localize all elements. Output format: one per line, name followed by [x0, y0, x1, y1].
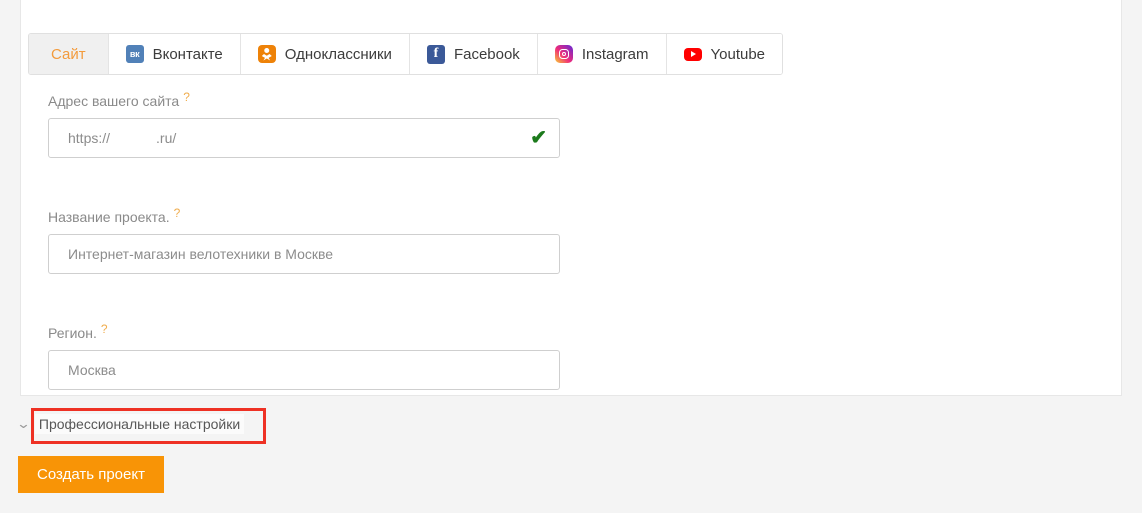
site-url-label-row: Адрес вашего сайта ?	[48, 91, 560, 109]
help-icon-region[interactable]: ?	[101, 323, 108, 335]
tab-vkontakte[interactable]: вк Вконтакте	[108, 34, 241, 74]
professional-settings-label[interactable]: Профессиональные настройки	[34, 414, 245, 434]
form-spacer-2	[48, 274, 560, 325]
project-name-label-row: Название проекта. ?	[48, 207, 560, 225]
tab-odnoklassniki[interactable]: Одноклассники	[240, 34, 410, 74]
tab-instagram[interactable]: Instagram	[537, 34, 667, 74]
site-url-input[interactable]: https:// .ru/ ✔	[48, 118, 560, 158]
region-label: Регион.	[48, 325, 97, 341]
tab-odnoklassniki-label: Одноклассники	[284, 45, 392, 63]
tab-youtube-label: Youtube	[710, 45, 766, 63]
site-url-value-prefix: https://	[68, 130, 111, 146]
field-site-url: Адрес вашего сайта ? https:// .ru/ ✔	[48, 91, 560, 158]
project-name-value: Интернет-магазин велотехники в Москве	[68, 246, 334, 262]
instagram-icon-frame	[558, 49, 569, 59]
tab-instagram-label: Instagram	[581, 45, 649, 63]
tab-vkontakte-label: Вконтакте	[152, 45, 223, 63]
instagram-icon-lens	[561, 52, 566, 56]
odnoklassniki-icon-body	[261, 54, 272, 61]
tab-facebook[interactable]: f Facebook	[409, 34, 538, 74]
chevron-down-icon[interactable]: ⌄	[16, 417, 31, 430]
create-project-button[interactable]: Создать проект	[18, 456, 164, 493]
site-url-value-suffix: .ru/	[156, 130, 177, 146]
tab-youtube[interactable]: Youtube	[666, 34, 783, 74]
site-url-label: Адрес вашего сайта	[48, 93, 180, 109]
help-icon-project-name[interactable]: ?	[174, 207, 181, 219]
facebook-icon: f	[426, 44, 445, 64]
odnoklassniki-icon	[257, 45, 276, 63]
region-value: Москва	[68, 362, 116, 378]
form-spacer-1	[48, 158, 560, 209]
region-input[interactable]: Москва	[48, 350, 560, 390]
help-icon-site-url[interactable]: ?	[183, 91, 190, 103]
project-form: Адрес вашего сайта ? https:// .ru/ ✔ Назв…	[48, 91, 560, 390]
vk-icon: вк	[125, 45, 144, 63]
tab-site[interactable]: Сайт	[29, 34, 109, 74]
source-type-tabs: Сайт вк Вконтакте Одноклассники f Facebo…	[28, 33, 784, 75]
professional-settings-toggle[interactable]: ⌄ Профессиональные настройки	[16, 414, 245, 434]
vk-icon-glyph: вк	[129, 49, 140, 59]
tab-site-label: Сайт	[51, 45, 86, 63]
project-name-label: Название проекта.	[48, 209, 170, 225]
valid-check-icon: ✔	[530, 127, 547, 149]
youtube-icon-play	[690, 51, 696, 57]
facebook-icon-glyph: f	[433, 45, 439, 61]
site-url-value: https:// .ru/	[68, 130, 522, 146]
field-region: Регион. ? Москва	[48, 323, 560, 390]
field-project-name: Название проекта. ? Интернет-магазин вел…	[48, 207, 560, 274]
project-name-input[interactable]: Интернет-магазин велотехники в Москве	[48, 234, 560, 274]
region-label-row: Регион. ?	[48, 323, 560, 341]
tab-facebook-label: Facebook	[453, 45, 520, 63]
odnoklassniki-icon-head	[264, 47, 270, 53]
youtube-icon	[683, 47, 702, 61]
instagram-icon	[554, 45, 573, 63]
